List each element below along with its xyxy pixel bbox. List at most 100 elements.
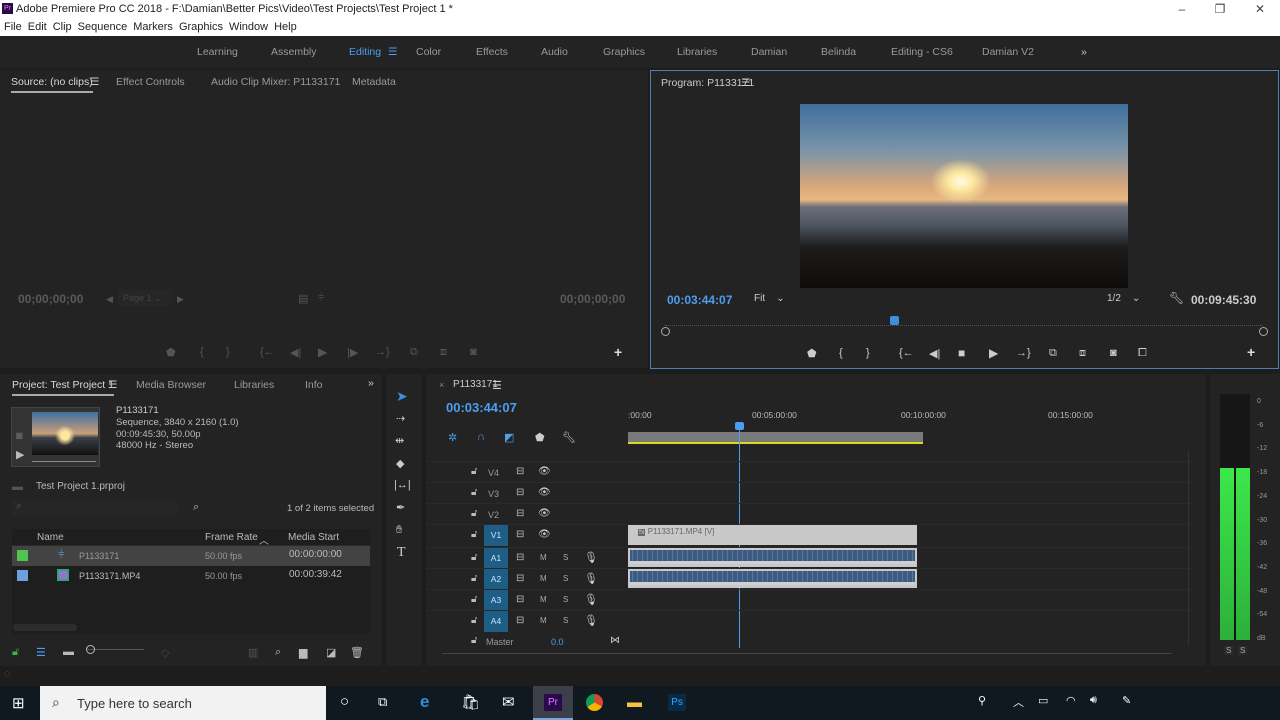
minimize-button[interactable]: – <box>1162 0 1202 18</box>
solo-button[interactable]: S <box>563 595 568 604</box>
workspace-editing-cs6[interactable]: Editing - CS6 <box>891 36 953 68</box>
program-zoom-handle-right[interactable] <box>1259 327 1268 336</box>
workspace-audio[interactable]: Audio <box>541 36 568 68</box>
tab-libraries[interactable]: Libraries <box>234 379 274 391</box>
list-view-icon[interactable]: ☰ <box>36 646 46 659</box>
video-clip[interactable]: fx P1133171.MP4 [V] <box>628 525 917 545</box>
track-select-tool-icon[interactable]: ⇢ <box>396 412 405 425</box>
track-target-toggle[interactable]: A4 <box>484 611 508 632</box>
mark-in-icon[interactable]: { <box>839 347 843 359</box>
settings-wrench-icon[interactable]: 🔧︎ <box>1169 291 1184 305</box>
source-step-back-icon[interactable]: ◀| <box>290 346 301 359</box>
workspace-editing[interactable]: Editing <box>349 36 381 68</box>
source-overwrite-icon[interactable]: ⧈ <box>440 346 447 359</box>
razor-tool-icon[interactable]: ◆ <box>396 457 404 470</box>
timeline-zoom-scrollbar[interactable] <box>442 653 1172 654</box>
preview-play-icon[interactable]: ▶ <box>16 448 24 461</box>
automate-to-sequence-icon[interactable]: ▥ <box>248 646 258 659</box>
drag-audio-icon[interactable]: ⫩ <box>318 292 324 305</box>
solo-button[interactable]: S <box>563 616 568 625</box>
go-to-edit-icon[interactable]: ⋈ <box>610 635 620 646</box>
timeline-settings-icon[interactable]: 🔧︎ <box>562 431 576 444</box>
task-view-icon[interactable]: ⧉ <box>378 694 387 710</box>
show-hidden-icons[interactable]: ︿ <box>1013 694 1024 710</box>
sort-ascending-icon[interactable]: ︿ <box>259 532 269 547</box>
file-explorer-icon[interactable]: ▬ <box>627 694 642 711</box>
source-go-in-icon[interactable]: {← <box>260 346 275 358</box>
solo-left-button[interactable]: S <box>1224 646 1234 655</box>
windows-start-icon[interactable]: ⊞ <box>12 694 25 712</box>
preview-thumbnail[interactable]: ◙ ▶ <box>11 407 100 467</box>
mute-button[interactable]: M <box>540 553 547 562</box>
menu-edit[interactable]: Edit <box>28 21 47 33</box>
program-time-ruler[interactable] <box>665 318 1263 326</box>
playhead-handle[interactable] <box>734 422 744 430</box>
track-target-toggle[interactable]: A2 <box>484 569 508 590</box>
more-panels-icon[interactable]: » <box>368 377 374 389</box>
new-bin-icon[interactable]: ▆ <box>299 646 307 659</box>
track-lock-icon[interactable]: 🔓︎ <box>471 529 477 540</box>
track-lock-icon[interactable]: 🔓︎ <box>471 635 477 646</box>
go-to-out-icon[interactable]: →} <box>1016 347 1031 359</box>
time-ruler[interactable]: :00:00 00:05:00:00 00:10:00:00 00:15:00:… <box>628 410 1188 426</box>
network-icon[interactable]: ◠ <box>1066 694 1076 707</box>
source-step-forward-icon[interactable]: |▶ <box>347 346 358 359</box>
list-item[interactable]: P1133171.MP4 50.00 fps 00:00:39:42 <box>12 566 370 586</box>
track-lock-icon[interactable]: 🔓︎ <box>471 508 477 519</box>
track-target-toggle[interactable]: V4 <box>488 468 499 478</box>
workspace-learning[interactable]: Learning <box>197 36 238 68</box>
workspace-assembly[interactable]: Assembly <box>271 36 317 68</box>
track-lock-icon[interactable]: 🔓︎ <box>471 552 477 563</box>
tab-source[interactable]: Source: (no clips) <box>11 76 93 93</box>
find-icon[interactable]: ⌕ <box>275 646 281 659</box>
voice-over-record-icon[interactable]: 🎙︎ <box>584 572 598 585</box>
workspace-damian[interactable]: Damian <box>751 36 787 68</box>
track-lock-icon[interactable]: 🔓︎ <box>471 573 477 584</box>
battery-icon[interactable]: ▭ <box>1038 694 1048 707</box>
step-back-icon[interactable]: ◀| <box>929 347 940 360</box>
mark-out-icon[interactable]: } <box>866 347 870 359</box>
tab-audio-clip-mixer[interactable]: Audio Clip Mixer: P1133171 <box>211 76 340 88</box>
source-play-icon[interactable]: ▶ <box>318 345 327 359</box>
source-marker-icon[interactable]: ⬟ <box>166 346 176 359</box>
source-add-button-icon[interactable]: + <box>614 344 622 360</box>
track-lock-icon[interactable]: 🔓︎ <box>471 487 477 498</box>
new-item-icon[interactable]: ◪ <box>326 646 336 659</box>
mail-icon[interactable]: ✉ <box>502 693 515 711</box>
mute-button[interactable]: M <box>540 616 547 625</box>
tab-metadata[interactable]: Metadata <box>352 76 396 88</box>
add-marker-icon[interactable]: ⬟ <box>535 431 545 444</box>
track-target-toggle[interactable]: A3 <box>484 590 508 611</box>
program-menu-icon[interactable]: ☰ <box>741 77 750 89</box>
track-lock-icon[interactable]: 🔓︎ <box>471 594 477 605</box>
solo-button[interactable]: S <box>563 553 568 562</box>
zoom-slider-handle[interactable] <box>86 645 95 654</box>
preview-scrubber[interactable] <box>32 461 96 462</box>
page-next-icon[interactable]: ▶ <box>177 294 184 305</box>
toggle-output-eye-icon[interactable]: 👁︎ <box>538 487 551 498</box>
icon-view-icon[interactable]: ▬ <box>63 646 74 658</box>
toggle-output-eye-icon[interactable]: 👁︎ <box>538 466 551 477</box>
poster-frame-icon[interactable]: ◙ <box>16 430 23 442</box>
resolution-select[interactable]: 1/2 ⌄ <box>1107 293 1155 304</box>
slip-tool-icon[interactable]: |↔| <box>394 479 411 491</box>
page-select[interactable]: Page 1 ⌄ <box>118 290 172 306</box>
track-target-toggle[interactable]: A1 <box>484 548 508 569</box>
program-add-button-icon[interactable]: + <box>1247 344 1255 360</box>
cortana-icon[interactable]: ○ <box>340 693 349 710</box>
snap-icon[interactable]: ∩ <box>477 431 485 443</box>
list-item[interactable]: ⫩ P1133171 50.00 fps 00:00:00:00 <box>12 546 370 566</box>
photoshop-icon[interactable]: Ps <box>668 694 686 711</box>
hand-tool-icon[interactable]: ✋︎ <box>396 524 402 537</box>
menu-sequence[interactable]: Sequence <box>78 21 128 33</box>
menu-window[interactable]: Window <box>229 21 268 33</box>
sync-lock-icon[interactable]: ⊟ <box>516 573 524 584</box>
source-insert-icon[interactable]: ⧉ <box>410 346 418 359</box>
find-bin-icon[interactable]: ⌕ <box>193 501 199 514</box>
toggle-output-eye-icon[interactable]: 👁︎ <box>538 529 551 540</box>
menu-help[interactable]: Help <box>274 21 297 33</box>
source-go-out-icon[interactable]: →} <box>375 346 390 358</box>
comparison-view-icon[interactable]: ⧠ <box>1138 347 1147 360</box>
taskbar-search-input[interactable]: ⌕ Type here to search <box>40 686 326 720</box>
pen-tool-icon[interactable]: ✒ <box>396 501 405 514</box>
